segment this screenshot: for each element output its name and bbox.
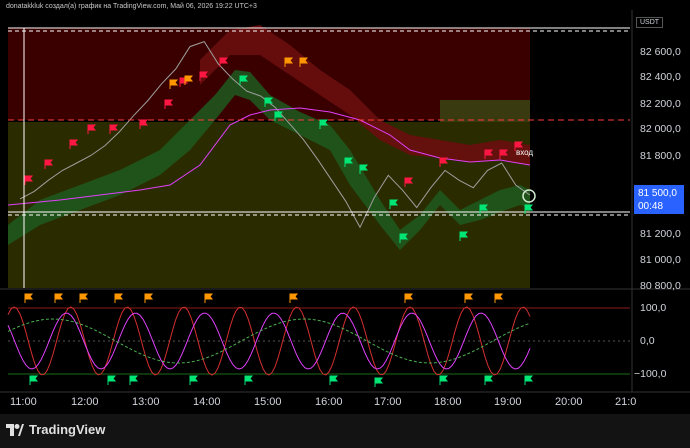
osc-orange-flag-icon: [144, 293, 154, 303]
osc-bull-flag-icon: [439, 375, 449, 385]
osc-bull-flag-icon: [329, 375, 339, 385]
current-price-value: 81 500,0: [638, 188, 677, 199]
osc-bull-flag-icon: [129, 375, 139, 385]
tradingview-logo[interactable]: TradingView: [6, 422, 105, 437]
osc-orange-flag-icon: [79, 293, 89, 303]
osc-orange-flag-icon: [289, 293, 299, 303]
time-tick-label: 18:00: [434, 396, 462, 408]
osc-bull-flag-icon: [244, 375, 254, 385]
price-tick-label: 81 000,0: [640, 254, 681, 266]
tradingview-brand: TradingView: [29, 422, 106, 437]
osc-bull-flag-icon: [189, 375, 199, 385]
time-tick-label: 15:00: [254, 396, 282, 408]
price-tick-label: 82 400,0: [640, 71, 681, 83]
price-tick-label: 82 000,0: [640, 123, 681, 135]
osc-orange-flag-icon: [464, 293, 474, 303]
price-tick-label: 80 800,0: [640, 280, 681, 292]
osc-orange-flag-icon: [204, 293, 214, 303]
tradingview-logo-icon: [6, 423, 24, 436]
time-tick-label: 11:00: [10, 396, 37, 408]
osc-orange-flag-icon: [114, 293, 124, 303]
price-tick-label: 82 200,0: [640, 98, 681, 110]
oscillator-tick-label: 100,0: [640, 302, 667, 314]
oscillator-tick-label: 0,0: [640, 335, 655, 347]
osc-bull-flag-icon: [29, 375, 39, 385]
time-tick-label: 20:00: [555, 396, 583, 408]
time-tick-label: 16:00: [315, 396, 343, 408]
chart-canvas[interactable]: [0, 0, 690, 448]
currency-label[interactable]: USDT: [636, 17, 664, 28]
range-zone-right: [440, 100, 530, 122]
price-tick-label: 81 800,0: [640, 150, 681, 162]
oscillator-tick-label: −100,0: [634, 368, 667, 380]
osc-orange-flag-icon: [24, 293, 34, 303]
candle-countdown: 00:48: [638, 201, 664, 212]
time-tick-label: 17:00: [374, 396, 402, 408]
osc-orange-flag-icon: [494, 293, 504, 303]
osc-bull-flag-icon: [107, 375, 117, 385]
time-tick-label: 19:00: [494, 396, 522, 408]
entry-annotation: вход: [516, 148, 534, 157]
time-tick-label: 21:0: [615, 396, 637, 408]
time-tick-label: 14:00: [193, 396, 221, 408]
price-tick-label: 81 200,0: [640, 228, 681, 240]
time-tick-label: 13:00: [132, 396, 160, 408]
osc-bull-flag-icon: [484, 375, 494, 385]
price-tick-label: 82 600,0: [640, 46, 681, 58]
osc-bull-flag-icon: [524, 375, 534, 385]
current-price-box: 81 500,0 00:48: [634, 185, 684, 214]
chart-header: donatakkluk создал(а) график на TradingV…: [6, 3, 257, 10]
osc-orange-flag-icon: [54, 293, 64, 303]
time-tick-label: 12:00: [71, 396, 99, 408]
osc-orange-flag-icon: [404, 293, 414, 303]
osc-bull-flag-icon: [374, 377, 384, 387]
